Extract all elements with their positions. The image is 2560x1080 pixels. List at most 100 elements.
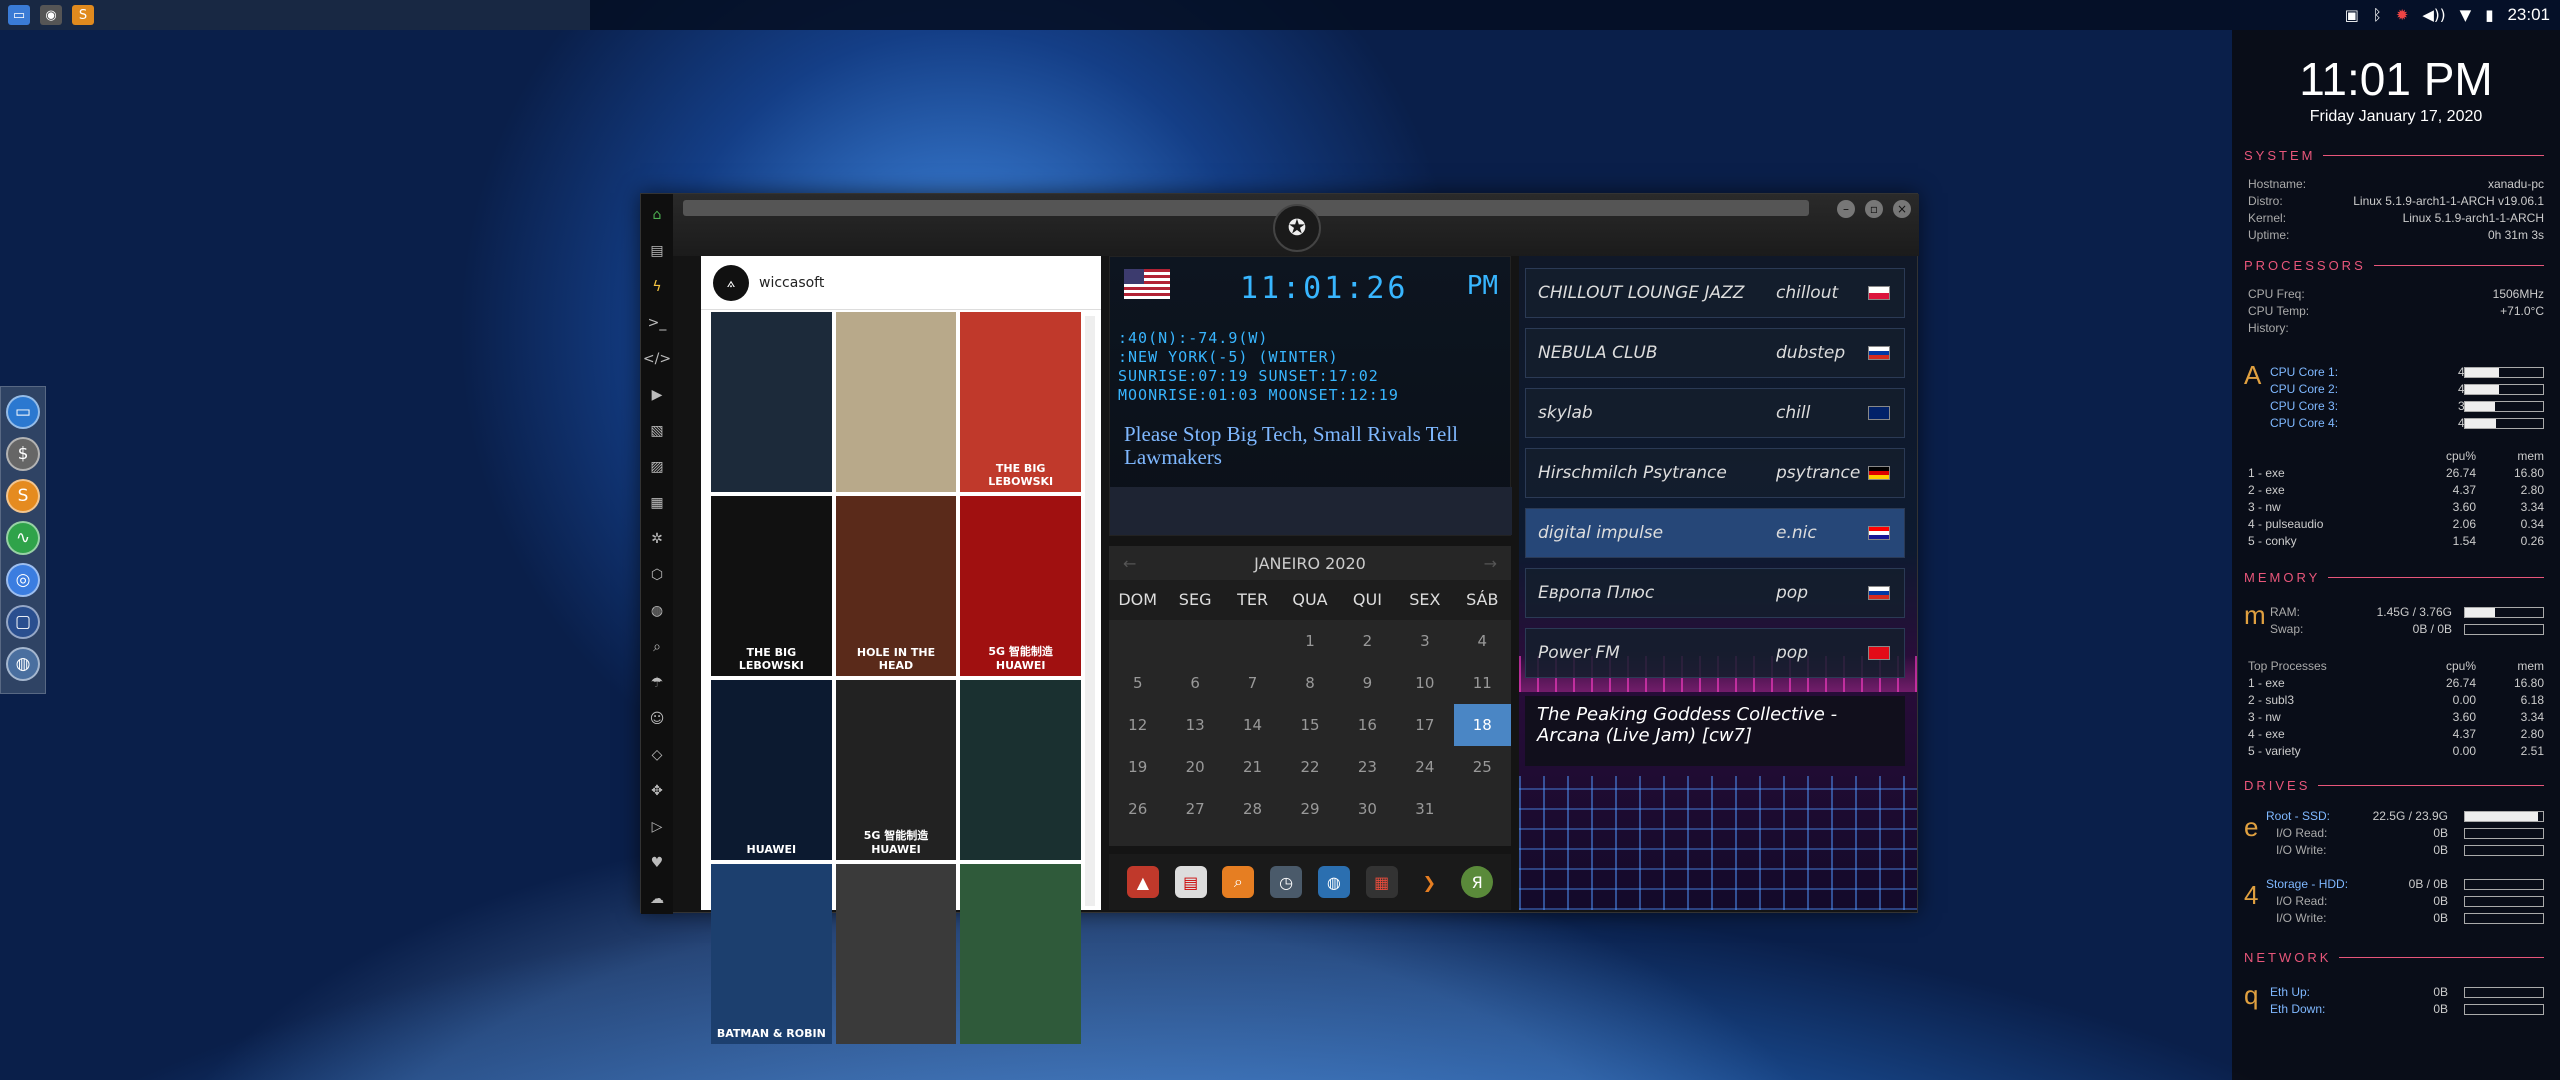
station-row[interactable]: NEBULA CLUB dubstep <box>1525 328 1905 378</box>
calendar-day[interactable]: 11 <box>1454 662 1511 704</box>
post-thumbnail[interactable]: 5G 智能制造 HUAWEI <box>835 680 957 860</box>
settings-icon[interactable]: ✲ <box>647 526 667 552</box>
sublime-icon[interactable]: S <box>6 479 40 513</box>
bluetooth-icon[interactable]: ᛒ <box>2373 6 2382 24</box>
post-thumbnail[interactable] <box>835 312 957 492</box>
hexagon-icon[interactable]: ⬡ <box>647 562 667 588</box>
play-icon[interactable]: ▶ <box>647 382 667 408</box>
umbrella-icon[interactable]: ☂ <box>647 670 667 696</box>
wifi-icon[interactable]: ▼ <box>2460 6 2472 24</box>
yandex-icon[interactable]: Я <box>1461 866 1494 898</box>
chrome-icon[interactable]: ◎ <box>6 563 40 597</box>
calendar-day[interactable]: 17 <box>1396 704 1453 746</box>
screenshot-icon[interactable]: ▢ <box>6 605 40 639</box>
scrollbar[interactable] <box>1085 316 1095 906</box>
avatar[interactable]: ⟑ <box>713 264 749 301</box>
diamond-icon[interactable]: ◇ <box>647 742 667 768</box>
activity-monitor-icon[interactable]: ∿ <box>6 521 40 555</box>
arrow-up-icon[interactable]: ▲ <box>1126 866 1159 898</box>
calendar-day[interactable]: 15 <box>1281 704 1338 746</box>
calendar-day[interactable]: 10 <box>1396 662 1453 704</box>
taskbar-clock[interactable]: 23:01 <box>2507 5 2550 25</box>
calendar-day[interactable]: 27 <box>1166 788 1223 830</box>
calendar-day[interactable]: 30 <box>1339 788 1396 830</box>
update-icon[interactable]: ✹ <box>2396 6 2409 24</box>
calendar-day[interactable]: 22 <box>1281 746 1338 788</box>
news-headline[interactable]: Please Stop Big Tech, Small Rivals Tell … <box>1124 423 1510 469</box>
youtube-icon[interactable]: ▷ <box>647 814 667 840</box>
files-icon[interactable]: ▭ <box>6 395 40 429</box>
post-thumbnail[interactable] <box>711 312 832 492</box>
image-icon[interactable]: ▨ <box>647 454 667 480</box>
calendar-day[interactable]: 23 <box>1339 746 1396 788</box>
post-thumbnail[interactable]: BATMAN & ROBIN <box>711 864 832 1044</box>
profile-username[interactable]: wiccasoft <box>759 275 824 291</box>
calendar-day[interactable]: 13 <box>1166 704 1223 746</box>
calendar-day[interactable]: 7 <box>1224 662 1281 704</box>
calendar-day[interactable]: 24 <box>1396 746 1453 788</box>
calendar-day[interactable]: 29 <box>1281 788 1338 830</box>
post-thumbnail[interactable]: THE BIG LEBOWSKI <box>960 312 1081 492</box>
calendar-day[interactable]: 31 <box>1396 788 1453 830</box>
calendar-day[interactable]: 9 <box>1339 662 1396 704</box>
cloud-icon[interactable]: ☁ <box>647 886 667 912</box>
clock-icon[interactable]: ◷ <box>1270 866 1303 898</box>
app-launcher-icon[interactable]: ◉ <box>40 5 62 25</box>
document-icon[interactable]: ▤ <box>647 238 667 264</box>
volume-icon[interactable]: ◀)) <box>2422 6 2445 24</box>
calendar-day[interactable]: 25 <box>1454 746 1511 788</box>
maximize-button[interactable]: ▫ <box>1865 200 1883 218</box>
money-icon[interactable]: $ <box>6 437 40 471</box>
calendar-day[interactable]: 21 <box>1224 746 1281 788</box>
post-thumbnail[interactable]: HOLE IN THE HEAD <box>835 496 957 676</box>
calendar-day[interactable]: 20 <box>1166 746 1223 788</box>
address-bar[interactable] <box>683 200 1809 216</box>
battery-icon[interactable]: ▮ <box>2485 6 2493 24</box>
forward-icon[interactable]: ❯ <box>1413 866 1445 898</box>
magnifier-icon[interactable]: ⌕ <box>1222 866 1255 898</box>
sublime-text-icon[interactable]: S <box>72 5 94 25</box>
minimize-button[interactable]: – <box>1837 200 1855 218</box>
post-thumbnail[interactable]: HUAWEI <box>711 680 832 860</box>
post-thumbnail[interactable]: 5G 智能制造 HUAWEI <box>960 496 1081 676</box>
selected-day[interactable]: 18 <box>1453 704 1511 746</box>
contact-icon[interactable]: ☺ <box>647 706 667 732</box>
globe-icon[interactable]: ◍ <box>647 598 667 624</box>
calendar-day[interactable]: 8 <box>1281 662 1338 704</box>
gallery-icon[interactable]: ▧ <box>647 418 667 444</box>
web-icon[interactable]: ◍ <box>1317 866 1350 898</box>
next-month-icon[interactable]: → <box>1484 554 1497 573</box>
image-icon[interactable]: ▣ <box>2345 6 2359 24</box>
file-manager-icon[interactable]: ▭ <box>8 5 30 25</box>
calendar-day[interactable]: 2 <box>1339 620 1396 662</box>
station-row[interactable]: CHILLOUT LOUNGE JAZZ chillout <box>1525 268 1905 318</box>
station-row[interactable]: skylab chill <box>1525 388 1905 438</box>
calendar-day[interactable]: 26 <box>1109 788 1166 830</box>
post-thumbnail[interactable] <box>960 680 1081 860</box>
calendar-day[interactable]: 4 <box>1454 620 1511 662</box>
station-row[interactable]: digital impulse e.nic <box>1525 508 1905 558</box>
calendar-day[interactable]: 1 <box>1281 620 1338 662</box>
close-button[interactable]: × <box>1893 200 1911 218</box>
expand-icon[interactable]: ✥ <box>647 778 667 804</box>
calendar-day[interactable]: 14 <box>1224 704 1281 746</box>
globe-icon[interactable]: ◍ <box>6 647 40 681</box>
terminal-icon[interactable]: >_ <box>647 310 667 336</box>
prev-month-icon[interactable]: ← <box>1123 554 1136 573</box>
calendar-day[interactable]: 5 <box>1109 662 1166 704</box>
calendar-icon[interactable]: ▦ <box>1365 866 1398 898</box>
station-row[interactable]: Европа Плюс pop <box>1525 568 1905 618</box>
bolt-icon[interactable]: ϟ <box>647 274 667 300</box>
post-thumbnail[interactable] <box>835 864 957 1044</box>
station-row[interactable]: Hirschmilch Psytrance psytrance <box>1525 448 1905 498</box>
heart-icon[interactable]: ♥ <box>647 850 667 876</box>
post-thumbnail[interactable] <box>960 864 1081 1044</box>
home-icon[interactable]: ⌂ <box>647 202 667 228</box>
calendar-day[interactable]: 12 <box>1109 704 1166 746</box>
calendar-day[interactable]: 3 <box>1396 620 1453 662</box>
calendar-day[interactable]: 6 <box>1166 662 1223 704</box>
calendar-day[interactable]: 16 <box>1339 704 1396 746</box>
news-icon[interactable]: ▦ <box>647 490 667 516</box>
code-icon[interactable]: </> <box>643 346 671 372</box>
calendar-day[interactable]: 28 <box>1224 788 1281 830</box>
